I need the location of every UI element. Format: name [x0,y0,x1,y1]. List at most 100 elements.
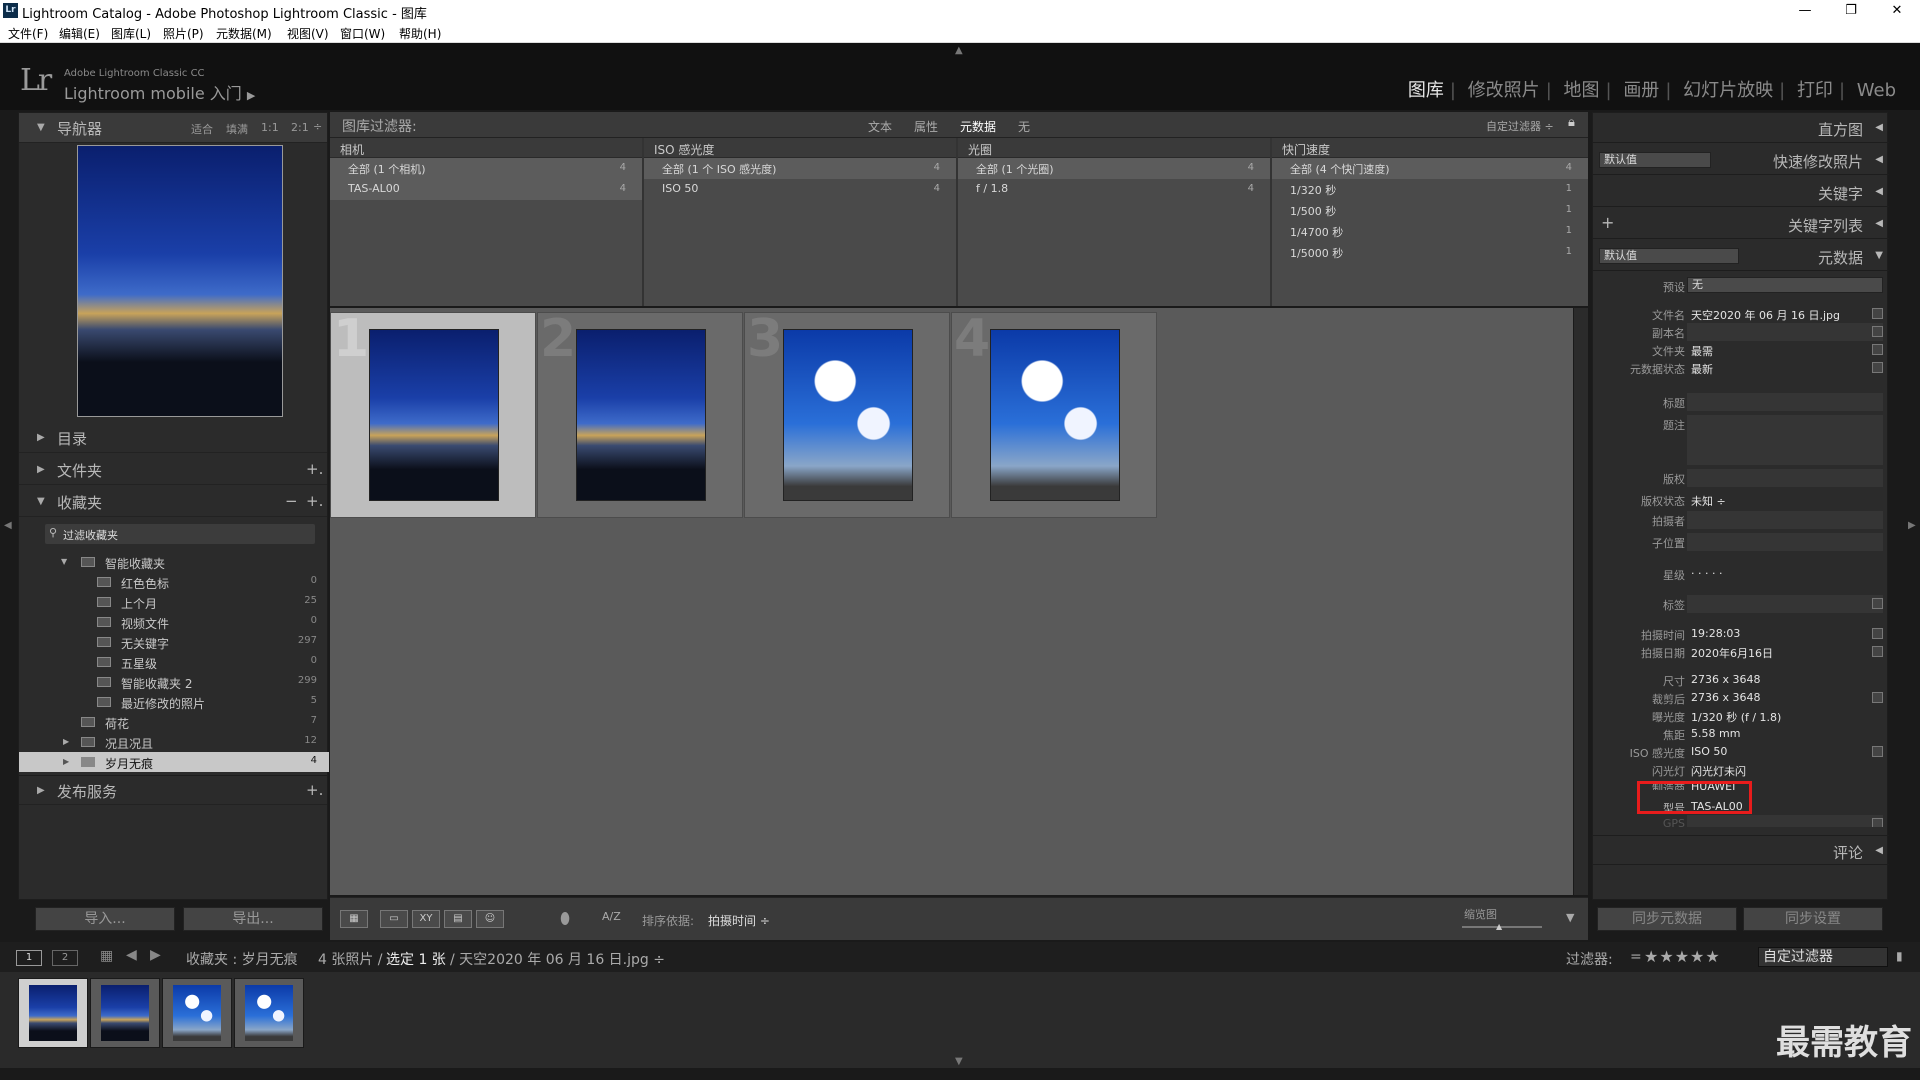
action-arrow-icon[interactable] [1872,344,1883,355]
zoom-1-1[interactable]: 1:1 [261,121,279,134]
grid-scrollbar[interactable] [1574,308,1588,895]
filter-item[interactable]: 全部 (4 个快门速度) 4 [1272,158,1588,179]
zoom-dropdown-icon[interactable]: ÷ [313,120,322,133]
add-publish-button[interactable]: +. [306,781,323,799]
forward-arrow-icon[interactable]: ▶ [150,947,161,963]
metadata-row-caption[interactable]: 题注 [1593,415,1889,465]
smart-collection-item[interactable]: 智能收藏夹 2 299 [19,672,329,692]
filter-tab-metadata[interactable]: 元数据 [960,118,996,135]
action-arrow-icon[interactable] [1872,746,1883,757]
quick-develop-header[interactable]: 默认值 快速修改照片 ◀ [1593,145,1889,175]
metadata-row-creator[interactable]: 拍摄者 [1593,511,1889,529]
menu-view[interactable]: 视图(V) [287,25,329,42]
photo-thumbnail[interactable] [576,329,706,501]
module-map[interactable]: 地图 [1564,80,1600,101]
smart-collection-item[interactable]: 无关键字 297 [19,632,329,652]
metadata-preset-select[interactable]: 无 [1687,277,1883,293]
close-button[interactable]: ✕ [1874,0,1920,22]
action-arrow-icon[interactable] [1872,326,1883,337]
metadata-row-filename[interactable]: 文件名 天空2020 年 06 月 16 日.jpg [1593,305,1889,323]
smart-collection-item[interactable]: 视频文件 0 [19,612,329,632]
module-slideshow[interactable]: 幻灯片放映 [1683,80,1773,101]
metadata-row-status[interactable]: 元数据状态 最新 [1593,359,1889,377]
grid-view-icon[interactable]: ▦ [340,910,368,928]
people-view-icon[interactable]: ☺ [476,910,504,928]
smart-collection-item[interactable]: 红色色标 0 [19,572,329,592]
sort-direction-icon[interactable]: A/Z [602,910,621,923]
filmstrip-thumbnail[interactable] [90,978,160,1048]
export-button[interactable]: 导出... [183,907,323,931]
filter-column-header[interactable]: 光圈 [958,138,1270,158]
gps-field[interactable] [1687,815,1883,827]
filter-item[interactable]: 全部 (1 个 ISO 感光度) 4 [644,158,956,179]
menu-metadata[interactable]: 元数据(M) [216,25,272,42]
collection-set-item-selected[interactable]: ▶ 岁月无痕 4 [19,752,329,772]
left-panel-toggle-icon[interactable]: ◀ [4,520,12,531]
right-panel-toggle-icon[interactable]: ▶ [1908,520,1916,531]
publish-services-header[interactable]: ▶ 发布服务 +. [19,775,327,805]
photo-thumbnail[interactable] [783,329,913,501]
zoom-2-1[interactable]: 2:1 [291,121,309,134]
filmstrip-thumbnail[interactable] [162,978,232,1048]
zoom-fill[interactable]: 填满 [226,121,248,137]
filmstrip-thumbnail[interactable] [18,978,88,1048]
filter-column-header[interactable]: ISO 感光度 [644,138,956,158]
filmstrip-filter-select[interactable]: 自定过滤器 [1758,947,1888,967]
keyword-list-header[interactable]: + 关键字列表 ◀ [1593,209,1889,239]
rename-icon[interactable] [1872,308,1883,319]
slider-thumb-icon[interactable]: ▲ [1496,922,1502,931]
lock-icon[interactable]: 🔒︎ [1568,115,1575,130]
filter-item[interactable]: ISO 50 4 [644,179,956,200]
metadata-view-select[interactable]: 默认值 [1599,248,1739,264]
navigator-header[interactable]: ▼ 导航器 适合 填满 1:1 2:1 ÷ [19,113,327,143]
selected-filename[interactable]: / 天空2020 年 06 月 16 日.jpg ÷ [450,949,665,969]
menu-help[interactable]: 帮助(H) [399,25,441,42]
smart-collection-item[interactable]: 最近修改的照片 5 [19,692,329,712]
filter-tab-none[interactable]: 无 [1018,118,1030,135]
filter-column-header[interactable]: 快门速度 [1272,138,1588,158]
custom-filter-preset[interactable]: 自定过滤器 ÷ [1486,118,1554,134]
filter-toggle-icon[interactable]: ▮ [1896,949,1903,963]
caption-field[interactable] [1687,415,1883,465]
action-arrow-icon[interactable] [1872,646,1883,657]
filter-item[interactable]: 1/5000 秒 1 [1272,242,1588,263]
filter-item[interactable]: f / 1.8 4 [958,179,1270,200]
filter-item[interactable]: TAS-AL00 4 [330,179,642,200]
menu-library[interactable]: 图库(L) [111,25,151,42]
quick-develop-preset-select[interactable]: 默认值 [1599,152,1711,168]
metadata-row-capture-time[interactable]: 拍摄时间 19:28:03 [1593,625,1889,643]
action-arrow-icon[interactable] [1872,818,1883,827]
smart-collection-item[interactable]: 上个月 25 [19,592,329,612]
metadata-row-iso[interactable]: ISO 感光度 ISO 50 [1593,743,1889,761]
metadata-row-rating[interactable]: 星级 · · · · · [1593,565,1889,583]
filmstrip-source[interactable]: 收藏夹 : 岁月无痕 [186,949,298,969]
metadata-row-cropped[interactable]: 裁剪后 2736 x 3648 [1593,689,1889,707]
module-develop[interactable]: 修改照片 [1468,80,1540,101]
zoom-fit[interactable]: 适合 [191,121,213,137]
metadata-row-copy-name[interactable]: 副本名 [1593,323,1889,341]
back-arrow-icon[interactable]: ◀ [126,947,137,963]
metadata-row-capture-date[interactable]: 拍摄日期 2020年6月16日 [1593,643,1889,661]
loupe-view-icon[interactable]: ▭ [380,910,408,928]
bottom-panel-toggle-icon[interactable]: ▼ [955,1056,963,1067]
menu-photo[interactable]: 照片(P) [163,25,204,42]
sublocation-field[interactable] [1687,533,1883,551]
catalog-header[interactable]: ▶ 目录 [19,423,327,453]
metadata-row-title[interactable]: 标题 [1593,393,1889,411]
rating-stars[interactable]: · · · · · [1691,567,1722,580]
survey-view-icon[interactable]: ▤ [444,910,472,928]
filter-item[interactable]: 全部 (1 个光圈) 4 [958,158,1270,179]
smart-collection-set[interactable]: ▼ 智能收藏夹 [19,552,329,572]
grid-cell[interactable]: 2 [537,309,743,518]
collection-set-item[interactable]: 荷花 7 [19,712,329,732]
creator-field[interactable] [1687,511,1883,529]
smart-collection-item[interactable]: 五星级 0 [19,652,329,672]
collection-set-item[interactable]: ▶ 况且况且 12 [19,732,329,752]
grid-cell[interactable]: 3 [744,309,950,518]
filter-tab-text[interactable]: 文本 [868,118,892,135]
histogram-header[interactable]: 直方图 ◀ [1593,113,1889,143]
folders-header[interactable]: ▶ 文件夹 +. [19,455,327,485]
filter-item[interactable]: 1/4700 秒 1 [1272,221,1588,242]
menu-file[interactable]: 文件(F) [8,25,48,42]
sync-metadata-button[interactable]: 同步元数据 [1597,907,1737,931]
